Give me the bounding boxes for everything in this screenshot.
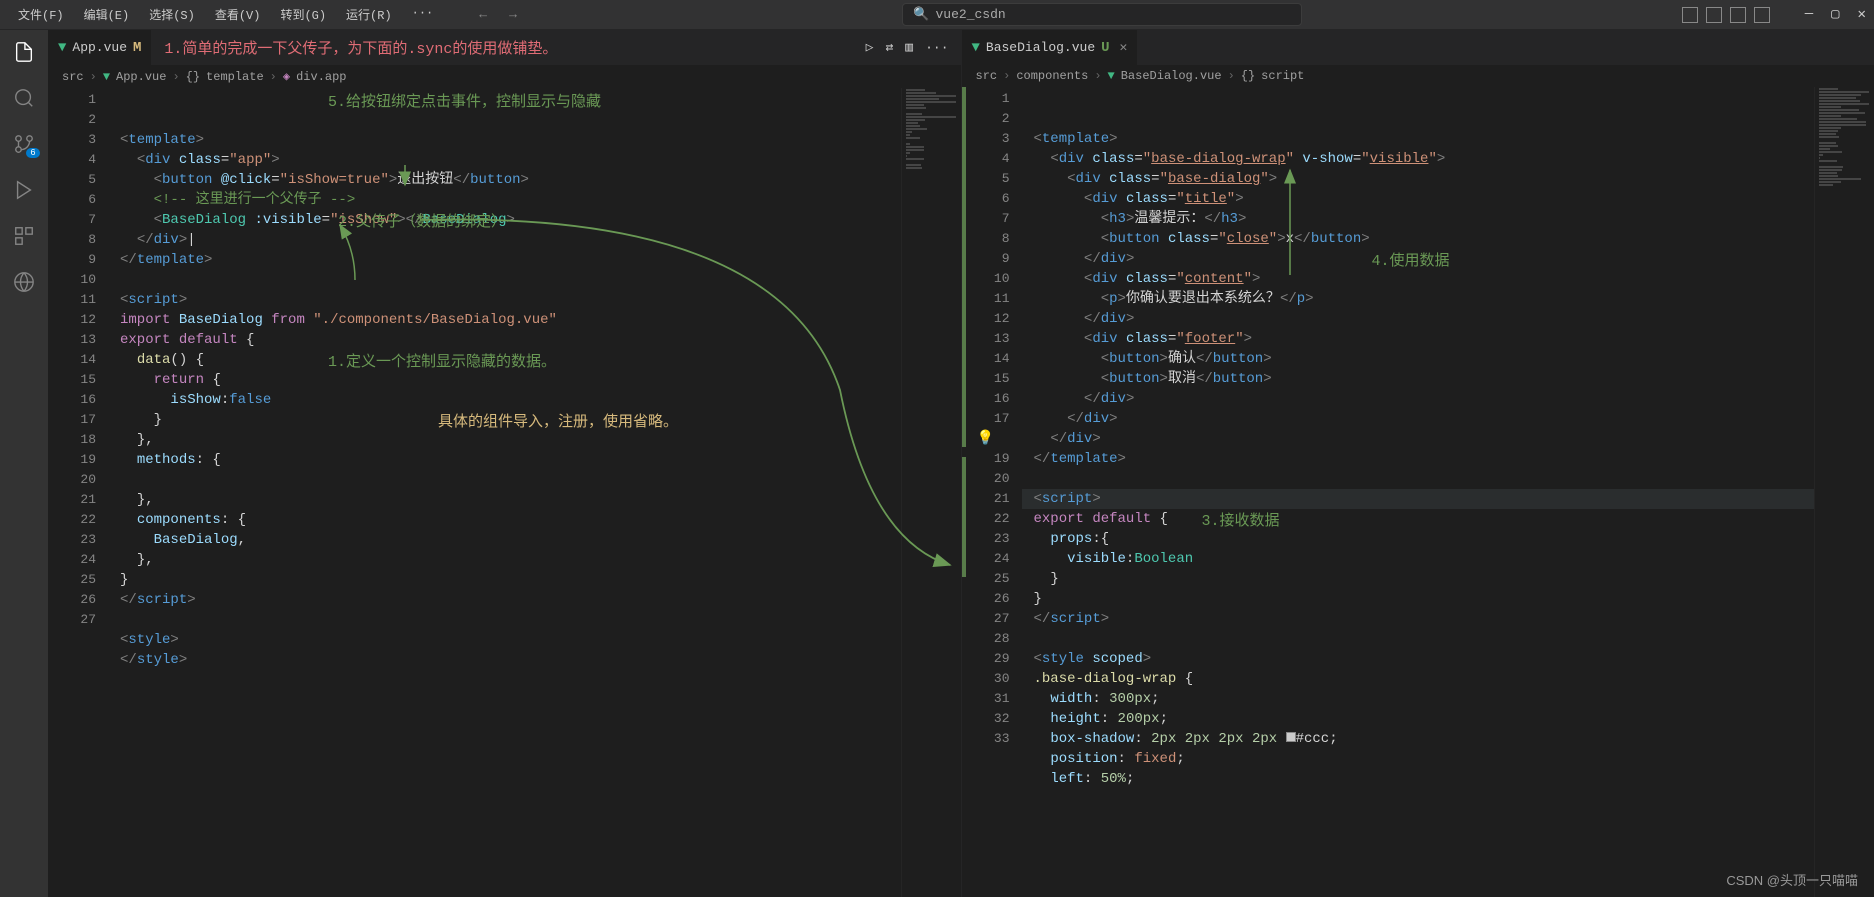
editor-body-left[interactable]: 1234567891011121314151617181920212223242… (48, 88, 961, 897)
explorer-icon[interactable] (12, 40, 36, 64)
main-container: 6 ▼ App.vue M 1.简单的完成一下父传子，为下面的.sync的使用做… (0, 30, 1874, 897)
layout-icon-2[interactable] (1706, 7, 1722, 23)
layout-icons (1682, 7, 1770, 23)
minimap-right[interactable] (1814, 87, 1874, 897)
untracked-indicator: U (1101, 40, 1109, 56)
menu-item[interactable]: 转到(G) (270, 2, 336, 27)
extensions-icon[interactable] (12, 224, 36, 248)
editor-region: ▼ App.vue M 1.简单的完成一下父传子，为下面的.sync的使用做铺垫… (48, 30, 1874, 897)
code-area-left[interactable]: <template> <div class="app"> <button @cl… (108, 88, 901, 897)
breadcrumb-right[interactable]: src › components › ▼ BaseDialog.vue › {}… (962, 65, 1874, 87)
layout-icon-3[interactable] (1730, 7, 1746, 23)
tabs-bar-left: ▼ App.vue M 1.简单的完成一下父传子，为下面的.sync的使用做铺垫… (48, 30, 961, 65)
nav-forward-icon[interactable]: → (503, 5, 523, 24)
more-icon[interactable]: ··· (925, 40, 948, 55)
tab-actions: ▷ ⇄ ▥ ··· (854, 40, 961, 55)
vue-icon: ▼ (1108, 69, 1115, 83)
tab-app-vue[interactable]: ▼ App.vue M (48, 30, 152, 65)
menu-item[interactable]: 查看(V) (205, 2, 271, 27)
vue-icon: ▼ (103, 70, 110, 84)
layout-icon-1[interactable] (1682, 7, 1698, 23)
vue-icon: ▼ (972, 40, 980, 56)
nav-arrows: ← → (473, 5, 523, 24)
tab-label: App.vue (72, 40, 127, 55)
command-search[interactable]: 🔍 vue2_csdn (902, 3, 1302, 26)
nav-back-icon[interactable]: ← (473, 5, 493, 24)
menu-item[interactable]: ··· (402, 2, 444, 27)
maximize-icon[interactable]: ▢ (1831, 6, 1839, 23)
close-icon[interactable]: ✕ (1858, 6, 1866, 23)
annotation-1: 1.简单的完成一下父传子，为下面的.sync的使用做铺垫。 (152, 37, 569, 58)
title-bar: 文件(F)编辑(E)选择(S)查看(V)转到(G)运行(R)··· ← → 🔍 … (0, 0, 1874, 30)
run-debug-icon[interactable] (12, 178, 36, 202)
menu-item[interactable]: 运行(R) (336, 2, 402, 27)
breadcrumb-left[interactable]: src › ▼ App.vue › {} template › ◈ div.ap… (48, 65, 961, 88)
tabs-bar-right: ▼ BaseDialog.vue U ✕ (962, 30, 1874, 65)
scroll-decoration (962, 87, 966, 897)
vue-icon: ▼ (58, 40, 66, 56)
compare-icon[interactable]: ⇄ (885, 40, 893, 55)
modified-indicator: M (133, 40, 141, 56)
window-controls: — ▢ ✕ (1805, 6, 1866, 23)
editor-group-right: ▼ BaseDialog.vue U ✕ src › components › … (961, 30, 1874, 897)
tab-basedialog-vue[interactable]: ▼ BaseDialog.vue U ✕ (962, 30, 1139, 65)
scm-badge: 6 (26, 148, 40, 158)
search-activity-icon[interactable] (12, 86, 36, 110)
remote-icon[interactable] (12, 270, 36, 294)
gutter-left: 1234567891011121314151617181920212223242… (48, 88, 108, 897)
split-icon[interactable]: ▥ (905, 40, 913, 55)
source-control-icon[interactable]: 6 (12, 132, 36, 156)
tab-label: BaseDialog.vue (986, 40, 1095, 55)
menu-item[interactable]: 文件(F) (8, 2, 74, 27)
minimap-left[interactable] (901, 88, 961, 897)
close-tab-icon[interactable]: ✕ (1120, 40, 1128, 55)
search-icon: 🔍 (913, 7, 929, 22)
menu-item[interactable]: 选择(S) (139, 2, 205, 27)
menu-item[interactable]: 编辑(E) (74, 2, 140, 27)
minimize-icon[interactable]: — (1805, 6, 1813, 23)
activity-bar: 6 (0, 30, 48, 897)
editor-body-right[interactable]: 1234567891011121314151617💡19202122232425… (962, 87, 1874, 897)
search-text: vue2_csdn (935, 7, 1005, 22)
run-icon[interactable]: ▷ (866, 40, 874, 55)
editor-group-left: ▼ App.vue M 1.简单的完成一下父传子，为下面的.sync的使用做铺垫… (48, 30, 961, 897)
gutter-right: 1234567891011121314151617💡19202122232425… (962, 87, 1022, 897)
layout-icon-4[interactable] (1754, 7, 1770, 23)
code-area-right[interactable]: <template> <div class="base-dialog-wrap"… (1022, 87, 1815, 897)
watermark: CSDN @头顶一只喵喵 (1726, 870, 1858, 889)
